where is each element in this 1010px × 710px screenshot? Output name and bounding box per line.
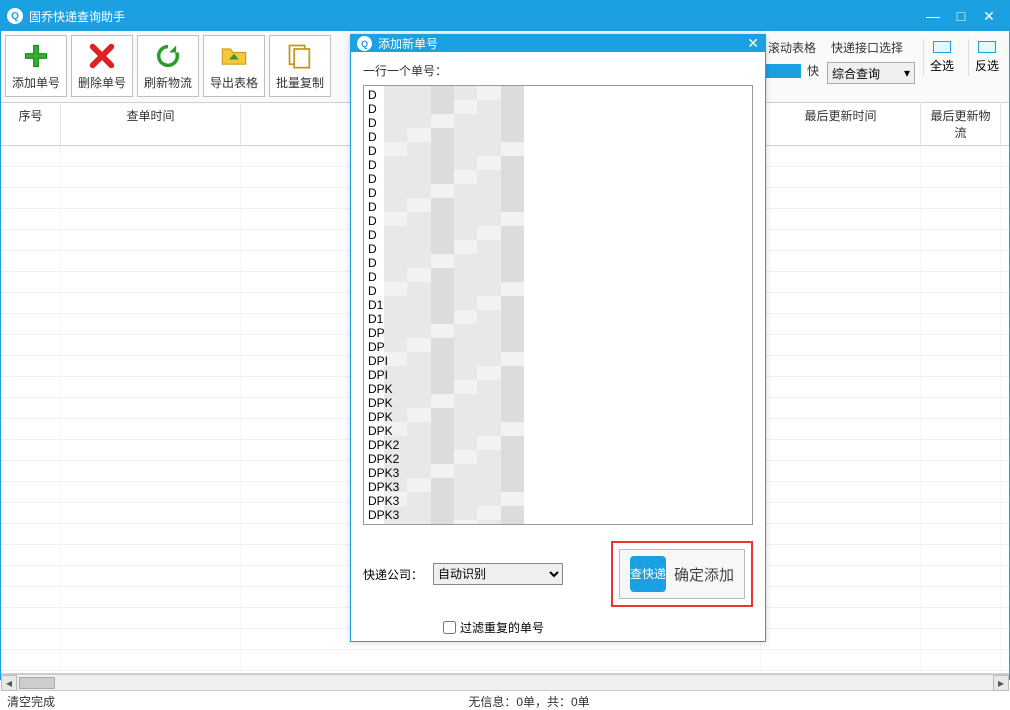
- scroll-left-arrow[interactable]: ◂: [1, 675, 17, 691]
- minimize-button[interactable]: —: [919, 8, 947, 24]
- company-select[interactable]: 自动识别: [433, 563, 563, 585]
- scroll-thumb[interactable]: [19, 677, 55, 689]
- delete-button[interactable]: 删除单号: [71, 35, 133, 97]
- modal-close-button[interactable]: ✕: [747, 35, 759, 52]
- x-icon: [88, 42, 116, 70]
- search-express-icon: 查快递: [630, 556, 666, 592]
- select-inv-icon[interactable]: [978, 41, 996, 53]
- add-button[interactable]: 添加单号: [5, 35, 67, 97]
- batch-label: 批量复制: [276, 74, 324, 91]
- add-modal: Q 添加新单号 ✕ 一行一个单号： DDDDDDDDDDDDDDDD1D1DPD…: [350, 34, 766, 642]
- modal-title-text: 添加新单号: [378, 35, 438, 52]
- refresh-button[interactable]: 刷新物流: [137, 35, 199, 97]
- confirm-text: 确定添加: [674, 564, 734, 585]
- batch-button[interactable]: 批量复制: [269, 35, 331, 97]
- close-button[interactable]: ✕: [975, 8, 1003, 25]
- hscrollbar[interactable]: ◂ ▸: [1, 674, 1009, 690]
- select-all-icon[interactable]: [933, 41, 951, 53]
- modal-titlebar: Q 添加新单号 ✕: [351, 35, 765, 52]
- interface-combo[interactable]: 综合查询 ▾: [827, 62, 915, 84]
- confirm-add-button[interactable]: 查快递 确定添加: [619, 549, 745, 599]
- add-label: 添加单号: [12, 74, 60, 91]
- modal-line-label: 一行一个单号：: [363, 62, 753, 79]
- toolbar-right: 滚动表格 快 快递接口选择 综合查询 ▾ 全选 反选: [751, 35, 1005, 84]
- status-bar: 清空完成 无信息：0单，共：0单: [1, 690, 1009, 710]
- modal-icon: Q: [357, 36, 372, 51]
- col-update[interactable]: 最后更新时间: [761, 103, 921, 145]
- copy-icon: [286, 42, 314, 70]
- col-seq[interactable]: 序号: [1, 103, 61, 145]
- refresh-icon: [154, 42, 182, 70]
- col-last[interactable]: 最后更新物流: [921, 103, 1001, 145]
- select-all-label[interactable]: 全选: [930, 57, 954, 74]
- window-title: 固乔快递查询助手: [29, 8, 125, 25]
- plus-icon: [22, 42, 50, 70]
- folder-icon: [220, 42, 248, 70]
- company-label: 快递公司：: [363, 566, 423, 583]
- refresh-label: 刷新物流: [144, 74, 192, 91]
- filter-duplicate-checkbox[interactable]: [443, 621, 456, 634]
- status-mid: 无信息：0单，共：0单: [468, 693, 589, 708]
- export-label: 导出表格: [210, 74, 258, 91]
- maximize-button[interactable]: □: [947, 8, 975, 24]
- window-titlebar: Q 固乔快递查询助手 — □ ✕: [1, 1, 1009, 31]
- modal-body: 一行一个单号： DDDDDDDDDDDDDDDD1D1DPDPDPIDPIDPK…: [351, 52, 765, 646]
- table-row: [1, 650, 1009, 671]
- col-time[interactable]: 查单时间: [61, 103, 241, 145]
- select-inv-label[interactable]: 反选: [975, 57, 999, 74]
- interface-value: 综合查询: [832, 65, 880, 82]
- chevron-down-icon: ▾: [904, 66, 910, 80]
- select-buttons: 全选: [923, 39, 960, 76]
- tracking-textarea[interactable]: DDDDDDDDDDDDDDDD1D1DPDPDPIDPIDPKDPKDPKDP…: [363, 85, 753, 525]
- select-inv-buttons: 反选: [968, 39, 1005, 76]
- filter-row: 过滤重复的单号: [443, 619, 753, 636]
- status-left: 清空完成: [7, 693, 55, 708]
- interface-label: 快递接口选择: [827, 39, 915, 56]
- app-icon: Q: [7, 8, 23, 24]
- scroll-right-arrow[interactable]: ▸: [993, 675, 1009, 691]
- export-button[interactable]: 导出表格: [203, 35, 265, 97]
- confirm-highlight-box: 查快递 确定添加: [611, 541, 753, 607]
- filter-label: 过滤重复的单号: [460, 619, 544, 636]
- company-row: 快递公司： 自动识别 查快递 确定添加: [363, 541, 753, 607]
- delete-label: 删除单号: [78, 74, 126, 91]
